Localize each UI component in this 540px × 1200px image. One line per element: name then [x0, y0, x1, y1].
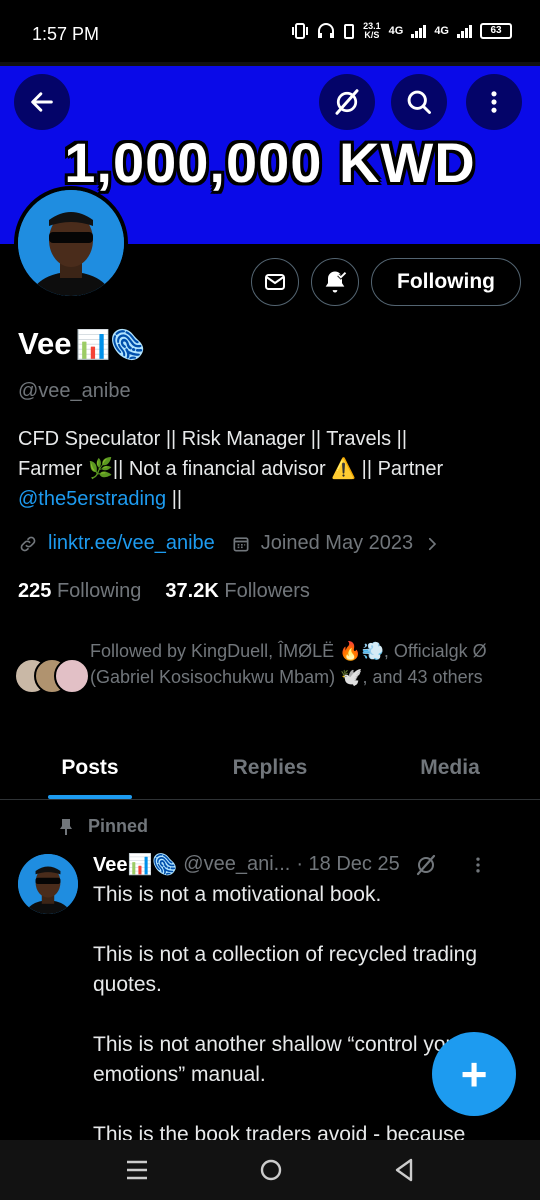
follow-counts: 225 Following 37.2K Followers — [18, 580, 310, 603]
following-label: Following — [56, 580, 142, 602]
calendar-icon — [233, 536, 249, 551]
tab-replies-label: Replies — [232, 756, 308, 779]
profile-bio: CFD Speculator || Risk Manager || Travel… — [18, 424, 528, 514]
bio-mention-link[interactable]: @the5erstrading — [18, 488, 166, 510]
bio-line-1: CFD Speculator || Risk Manager || Travel… — [18, 428, 408, 450]
post-date[interactable]: · 18 Dec 25 — [296, 853, 399, 876]
joined-date: Joined May 2023 — [260, 532, 414, 554]
profile-handle: @vee_anibe — [18, 380, 131, 402]
status-time: 1:57 PM — [32, 24, 100, 44]
profile-meta: linktr.ee/vee_anibe Joined May 2023 — [18, 532, 441, 555]
grok-icon — [335, 89, 359, 115]
profile-website-link[interactable]: linktr.ee/vee_anibe — [48, 532, 215, 555]
following-count: 225 — [18, 580, 52, 602]
pin-icon — [60, 818, 72, 835]
followed-by[interactable]: Followed by KingDuell, ÎMØLË 🔥💨, Officia… — [14, 638, 534, 698]
more-button[interactable] — [466, 74, 522, 130]
avatar-image — [18, 190, 124, 296]
vibrate-icon — [292, 23, 309, 39]
post-author-avatar[interactable] — [18, 854, 78, 914]
status-bar: 1:57 PM 23.1 K/S 4G 4G 63 — [0, 0, 540, 62]
status-icons: 23.1 K/S 4G 4G 63 — [291, 22, 512, 40]
banner-text: 1,000,000 KWD — [64, 131, 476, 194]
post-paragraph: This is not a collection of recycled tra… — [93, 943, 478, 996]
home-icon[interactable] — [258, 1157, 284, 1183]
message-button[interactable] — [251, 258, 299, 306]
bio-line-3: @the5erstrading || — [18, 484, 528, 514]
display-name-emojis: 📊🫆 — [75, 328, 146, 360]
post-more-icon[interactable] — [468, 855, 488, 875]
profile-tabs: Posts Replies Media — [0, 740, 540, 800]
pinned-indicator: Pinned — [58, 816, 148, 837]
post-author-handle[interactable]: @vee_ani... — [183, 853, 290, 876]
display-name-text: Vee — [18, 326, 72, 361]
link-icon — [20, 536, 36, 551]
net-speed: 23.1 K/S — [363, 22, 381, 40]
more-vertical-icon — [491, 91, 497, 113]
followed-by-text: Followed by KingDuell, ÎMØLË 🔥💨, Officia… — [90, 641, 487, 687]
tab-replies[interactable]: Replies — [180, 740, 360, 799]
signal-icon — [411, 24, 427, 38]
grok-icon[interactable] — [414, 853, 438, 877]
following-button[interactable]: Following — [371, 258, 521, 306]
tab-media-label: Media — [420, 756, 480, 779]
post-header: Vee📊🫆 @vee_ani... · 18 Dec 25 — [93, 852, 488, 877]
tab-posts[interactable]: Posts — [0, 740, 180, 799]
post-avatar-image — [18, 854, 78, 914]
grok-button[interactable] — [319, 74, 375, 130]
tab-media[interactable]: Media — [360, 740, 540, 799]
notify-button[interactable] — [311, 258, 359, 306]
tab-posts-label: Posts — [61, 756, 119, 779]
back-nav-icon[interactable] — [392, 1157, 416, 1183]
chevron-right-icon[interactable] — [423, 535, 441, 553]
followed-by-avatars — [14, 658, 94, 698]
net-speed-unit: K/S — [364, 30, 380, 40]
followers-label: Followers — [224, 580, 310, 602]
network-type-2: 4G — [434, 25, 449, 37]
alarm-icon — [344, 24, 355, 39]
network-type-1: 4G — [388, 25, 404, 37]
bio-suffix: || — [166, 488, 183, 510]
profile-avatar[interactable] — [14, 186, 128, 300]
following-count-link[interactable]: 225 Following — [18, 580, 141, 603]
envelope-icon — [265, 274, 285, 290]
followers-count: 37.2K — [165, 580, 219, 602]
battery-icon: 63 — [480, 23, 512, 39]
display-name: Vee 📊🫆 — [18, 326, 145, 362]
signal-icon-2 — [457, 24, 472, 38]
system-nav-bar — [0, 1140, 540, 1200]
back-button[interactable] — [14, 74, 70, 130]
bio-line-2: Farmer 🌿|| Not a financial advisor ⚠️ ||… — [18, 458, 444, 480]
pinned-label: Pinned — [88, 816, 149, 836]
back-arrow-icon — [31, 92, 53, 112]
compose-button[interactable]: + — [432, 1032, 516, 1116]
follower-avatar — [54, 658, 90, 694]
post-body[interactable]: This is not a motivational book. This is… — [93, 880, 513, 1180]
search-icon — [407, 90, 431, 114]
post-author-name[interactable]: Vee📊🫆 — [93, 852, 177, 877]
search-button[interactable] — [391, 74, 447, 130]
headphones-icon — [318, 23, 335, 38]
bell-check-icon — [325, 271, 347, 293]
active-tab-indicator — [48, 795, 132, 799]
recent-apps-icon[interactable] — [124, 1158, 150, 1182]
followers-count-link[interactable]: 37.2K Followers — [165, 580, 310, 603]
post-paragraph: This is not a motivational book. — [93, 883, 382, 906]
